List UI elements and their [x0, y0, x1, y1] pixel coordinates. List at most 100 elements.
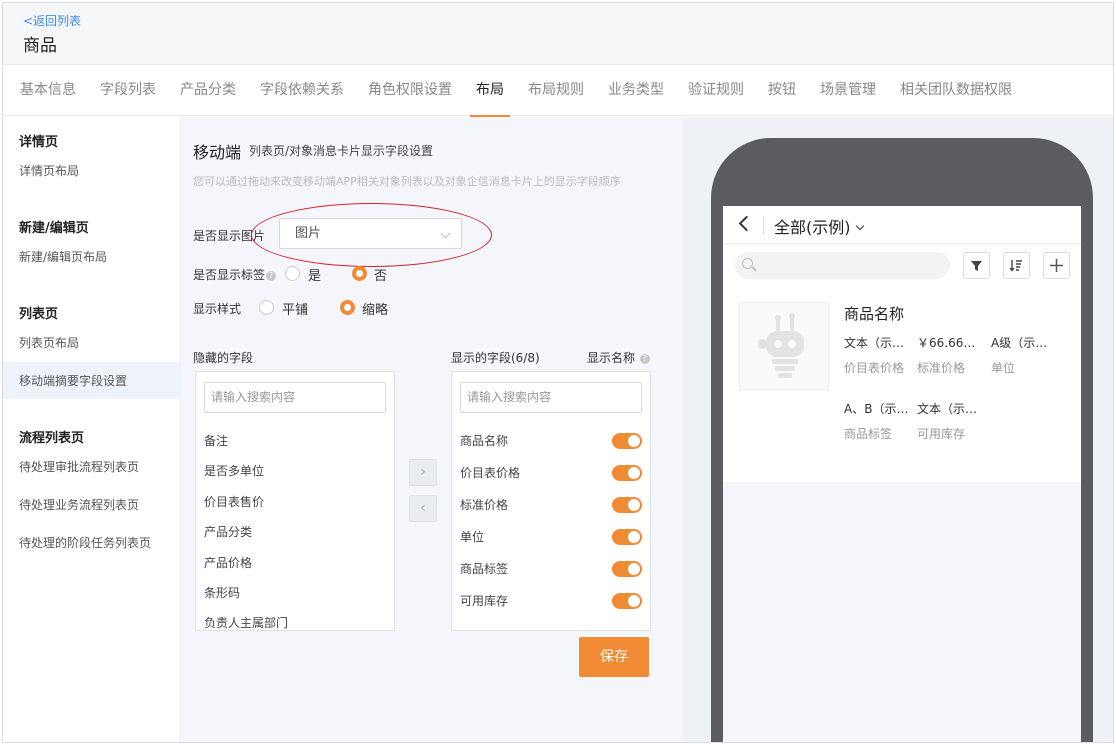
help-icon: ?	[639, 354, 650, 364]
tab-scene-management[interactable]: 场景管理	[820, 65, 876, 116]
sidebar-item-pending-business[interactable]: 待处理业务流程列表页	[19, 496, 139, 513]
save-button[interactable]: 保存	[579, 637, 649, 677]
preview-field-label: 价目表价格	[844, 361, 905, 375]
show-name-label-row: 显示名称 ?	[587, 349, 650, 366]
product-image-placeholder	[739, 302, 829, 390]
add-button[interactable]	[1043, 252, 1070, 279]
tab-field-dependency[interactable]: 字段依赖关系	[260, 65, 344, 116]
tab-field-list[interactable]: 字段列表	[100, 65, 156, 116]
preview-field-value: 文本（示…	[844, 336, 905, 350]
page-header: <返回列表 商品	[3, 3, 1113, 65]
hidden-fields-search-input[interactable]: 请输入搜索内容	[204, 382, 386, 413]
sidebar-group-process-list: 流程列表页	[19, 431, 85, 446]
preview-field-value: A级（示…	[991, 336, 1048, 350]
style-tile-radio[interactable]	[259, 300, 274, 315]
sidebar-item-create-edit-layout[interactable]: 新建/编辑页布局	[19, 248, 107, 265]
mobile-preview: 全部(示例) 商品名称 文本（示… 价目表价格 ￥66.66… 标准价格 A级（…	[683, 117, 1113, 742]
plus-icon	[1050, 259, 1063, 272]
list-item[interactable]: 条形码	[204, 584, 240, 601]
style-thumbnail-radio[interactable]	[340, 300, 355, 315]
show-tag-no-radio[interactable]	[352, 266, 367, 281]
sidebar-item-list-layout[interactable]: 列表页布局	[19, 334, 79, 351]
visible-fields-title: 显示的字段(6/8)	[451, 351, 540, 365]
list-item[interactable]: 可用库存	[460, 592, 508, 609]
tab-basic-info[interactable]: 基本信息	[20, 65, 76, 116]
list-item[interactable]: 备注	[204, 432, 228, 449]
chevron-down-icon	[855, 221, 864, 231]
tab-layout[interactable]: 布局	[470, 65, 510, 117]
tab-bar: 基本信息 字段列表 产品分类 字段依赖关系 角色权限设置 布局 布局规则 业务类…	[3, 65, 1113, 117]
show-image-select[interactable]: 图片	[279, 218, 462, 249]
hidden-fields-panel: 请输入搜索内容 备注 是否多单位 价目表售价 产品分类 产品价格 条形码 负责人…	[195, 371, 395, 631]
show-tag-yes-radio[interactable]	[285, 266, 300, 281]
tab-layout-rules[interactable]: 布局规则	[528, 65, 584, 116]
show-tag-no-label: 否	[374, 269, 388, 284]
tab-business-type[interactable]: 业务类型	[608, 65, 664, 116]
display-style-label: 显示样式	[193, 302, 242, 316]
sort-button[interactable]	[1003, 252, 1030, 279]
search-icon	[742, 258, 753, 269]
list-item[interactable]: 商品名称	[460, 432, 508, 449]
tab-role-permission[interactable]: 角色权限设置	[368, 65, 452, 116]
show-tag-yes-label: 是	[308, 269, 322, 284]
show-image-label: 是否显示图片	[193, 229, 266, 243]
filter-icon	[971, 261, 982, 271]
visible-fields-search-input[interactable]: 请输入搜索内容	[460, 382, 642, 413]
preview-title: 全部(示例)	[774, 218, 851, 237]
list-item[interactable]: 商品标签	[460, 560, 508, 577]
list-item[interactable]: 单位	[460, 528, 484, 545]
preview-toolbar	[723, 244, 1081, 288]
tab-team-data-permission[interactable]: 相关团队数据权限	[900, 65, 1012, 116]
move-left-button[interactable]: ‹	[409, 495, 437, 522]
sidebar-group-list: 列表页	[19, 307, 59, 322]
show-name-toggle[interactable]	[612, 465, 642, 481]
preview-search-input[interactable]	[735, 252, 950, 279]
tab-product-category[interactable]: 产品分类	[180, 65, 236, 116]
sidebar-item-detail-layout[interactable]: 详情页布局	[19, 162, 79, 179]
list-item[interactable]: 产品价格	[204, 554, 252, 571]
preview-field-value: 文本（示…	[917, 402, 978, 416]
section-subtitle: 列表页/对象消息卡片显示字段设置	[249, 144, 434, 158]
show-name-toggle[interactable]	[612, 593, 642, 609]
sidebar-item-pending-approval[interactable]: 待处理审批流程列表页	[19, 458, 139, 475]
sidebar-group-detail: 详情页	[19, 135, 59, 150]
show-name-toggle[interactable]	[612, 433, 642, 449]
show-name-toggle[interactable]	[612, 561, 642, 577]
show-name-toggle[interactable]	[612, 497, 642, 513]
preview-field-label: 标准价格	[917, 361, 966, 375]
preview-navbar: 全部(示例)	[723, 206, 1081, 244]
preview-record-card[interactable]: 商品名称 文本（示… 价目表价格 ￥66.66… 标准价格 A级（示… 单位 A…	[723, 288, 1081, 482]
section-title: 移动端	[193, 143, 242, 162]
visible-fields-panel: 请输入搜索内容 商品名称 价目表价格 标准价格 单位 商品标签 可用库存	[451, 371, 651, 631]
filter-button[interactable]	[963, 252, 990, 279]
help-icon: ?	[266, 271, 277, 281]
style-tile-label: 平铺	[282, 303, 309, 318]
preview-field-value: ￥66.66…	[917, 336, 976, 350]
list-item[interactable]: 标准价格	[460, 496, 508, 513]
list-item[interactable]: 负责人主属部门	[204, 614, 288, 630]
preview-field-label: 商品标签	[844, 427, 893, 441]
tab-validation-rules[interactable]: 验证规则	[688, 65, 744, 116]
settings-panel: 移动端 列表页/对象消息卡片显示字段设置 您可以通过拖动来改变移动端APP相关对…	[181, 117, 683, 742]
move-right-button[interactable]: ›	[409, 459, 437, 486]
mascot-placeholder-icon	[758, 313, 804, 378]
show-tag-label: 是否显示标签	[193, 268, 266, 282]
preview-field-label: 单位	[991, 361, 1016, 375]
section-description: 您可以通过拖动来改变移动端APP相关对象列表以及对象企信消息卡片上的显示字段顺序	[193, 175, 621, 188]
navbar-divider	[763, 216, 764, 234]
list-item[interactable]: 价目表价格	[460, 464, 520, 481]
preview-field-value: A、B（示…	[844, 402, 909, 416]
show-name-label: 显示名称	[587, 351, 636, 365]
tab-buttons[interactable]: 按钮	[768, 65, 796, 116]
list-item[interactable]: 价目表售价	[204, 493, 264, 510]
sidebar-item-pending-stage-task[interactable]: 待处理的阶段任务列表页	[19, 534, 151, 551]
app-frame: <返回列表 商品 基本信息 字段列表 产品分类 字段依赖关系 角色权限设置 布局…	[2, 2, 1114, 743]
list-item[interactable]: 是否多单位	[204, 462, 264, 479]
preview-field-label: 可用库存	[917, 427, 966, 441]
sidebar-item-mobile-summary-fields[interactable]: 移动端摘要字段设置	[19, 372, 127, 389]
back-to-list-link[interactable]: <返回列表	[23, 12, 81, 29]
list-item[interactable]: 产品分类	[204, 523, 252, 540]
preview-scope-selector[interactable]: 全部(示例)	[774, 214, 864, 238]
back-arrow-icon[interactable]	[738, 215, 755, 232]
show-name-toggle[interactable]	[612, 529, 642, 545]
